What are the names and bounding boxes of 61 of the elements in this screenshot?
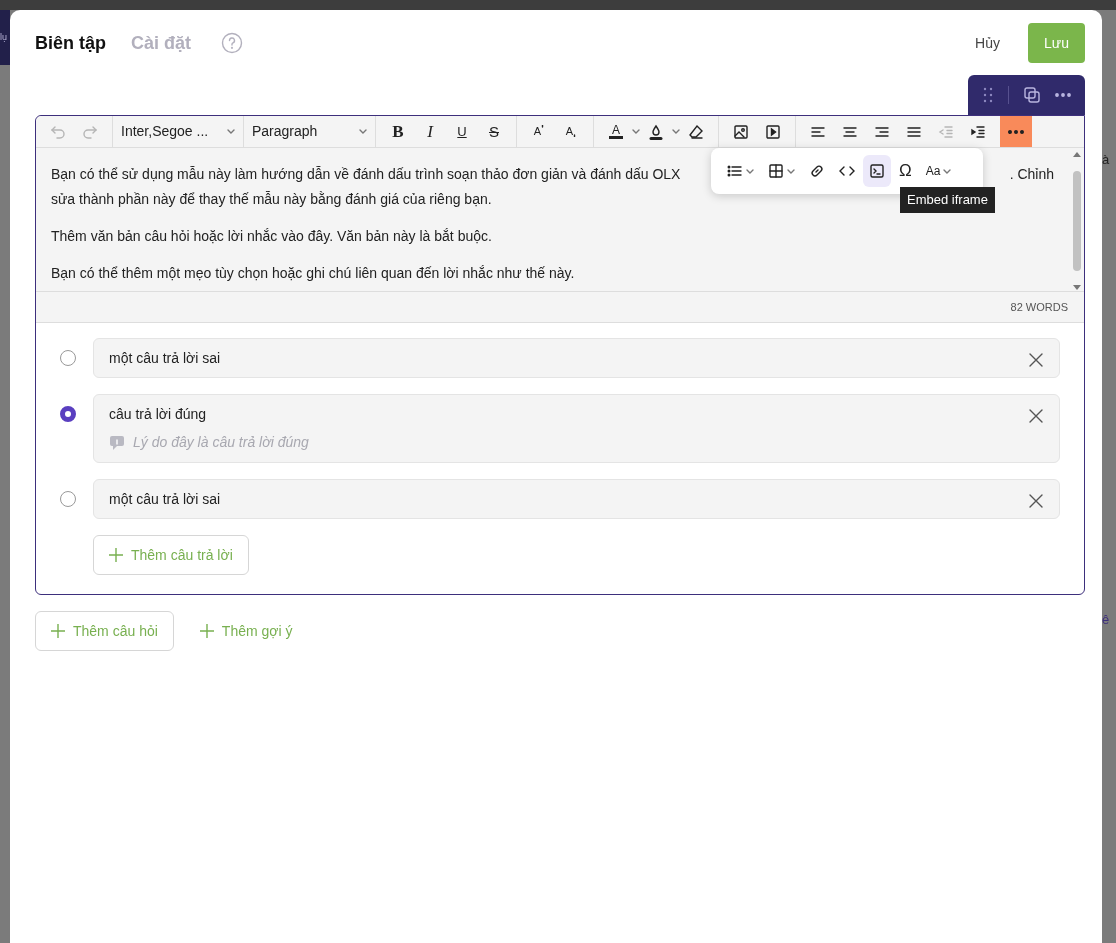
plus-icon	[51, 624, 65, 638]
radio-button[interactable]	[60, 406, 76, 422]
scrollbar-thumb[interactable]	[1073, 171, 1081, 271]
image-icon	[733, 123, 749, 140]
answer-text: một câu trả lời sai	[109, 490, 221, 509]
background-text: lụ	[0, 30, 7, 44]
paragraph-text: Thêm văn bản câu hỏi hoặc lời nhắc vào đây. Văn bản này là bắt buộc.	[51, 227, 493, 246]
caret-icon	[359, 128, 367, 135]
link-icon	[809, 163, 825, 179]
font-family-select[interactable]: Inter,Segoe ...	[113, 116, 244, 147]
bold-button[interactable]: B	[382, 116, 414, 147]
background-text: ê	[1102, 610, 1111, 629]
more-icon	[1054, 92, 1073, 98]
strikethrough-button[interactable]: S	[478, 116, 510, 147]
caret-icon	[672, 128, 680, 135]
radio-button[interactable]	[60, 491, 76, 507]
close-icon	[1029, 409, 1043, 424]
special-format-button[interactable]: Ω	[893, 155, 918, 187]
paragraph-text: . Chỉnh	[1009, 165, 1054, 184]
background-text: à	[1102, 151, 1111, 169]
answer-text: câu trả lời đúng	[109, 405, 207, 424]
special-format-button[interactable]: Aa	[919, 155, 958, 187]
close-icon	[1029, 494, 1043, 509]
plus-icon	[109, 548, 123, 562]
font-color-button[interactable]: A	[600, 116, 632, 147]
underline-button[interactable]: U	[446, 116, 478, 147]
paragraph-text: sửa thành phần này để thay thế mẫu này bằng đánh giá của riêng bạn.	[51, 190, 492, 209]
feedback-field[interactable]: Lý do đây là câu trả lời đúng	[133, 432, 433, 453]
subscript-button[interactable]: A	[555, 116, 587, 147]
close-icon	[1029, 353, 1043, 368]
answer-text: một câu trả lời sai	[109, 349, 221, 368]
more-icon	[1008, 129, 1024, 134]
superscript-button[interactable]: A	[523, 116, 555, 147]
caret-icon	[632, 128, 640, 135]
table-icon	[768, 163, 784, 179]
caret-icon	[227, 128, 235, 135]
apostrophe-icon	[541, 125, 545, 130]
cancel-button[interactable]: Hủy	[961, 24, 1014, 62]
highlight-icon	[648, 123, 664, 140]
tab[interactable]: Biên tập	[35, 29, 106, 57]
eraser-icon	[688, 123, 704, 140]
copy-icon	[1022, 86, 1041, 104]
outdent-icon	[938, 123, 954, 140]
paragraph-text: Bạn có thể sử dụng mẫu này làm hướng dẫn về đánh dấu trình soạn thảo đơn giản và đánh dấu OLX	[51, 165, 681, 184]
bullet-list-icon	[727, 163, 743, 179]
terminal-icon	[869, 163, 885, 179]
more-button[interactable]	[1000, 116, 1032, 147]
italic-button[interactable]: I	[414, 116, 446, 147]
plus-icon	[199, 624, 214, 638]
play-icon	[765, 123, 781, 140]
block-format-select[interactable]: Paragraph	[244, 116, 376, 147]
comma-icon	[573, 132, 577, 137]
radio-button[interactable]	[60, 350, 76, 366]
word-count: 82 WORDS	[1010, 299, 1068, 315]
info-bubble-icon	[109, 434, 125, 451]
paragraph-text: Bạn có thể thêm một mẹo tùy chọn hoặc ghi chú liên quan đến lời nhắc như thế này.	[51, 264, 576, 283]
up-arrow-icon	[1073, 152, 1081, 157]
tooltip: Embed iframe	[900, 187, 995, 213]
down-arrow-icon	[1073, 285, 1081, 290]
indent-icon	[970, 123, 986, 140]
terminal-button[interactable]	[863, 155, 891, 187]
